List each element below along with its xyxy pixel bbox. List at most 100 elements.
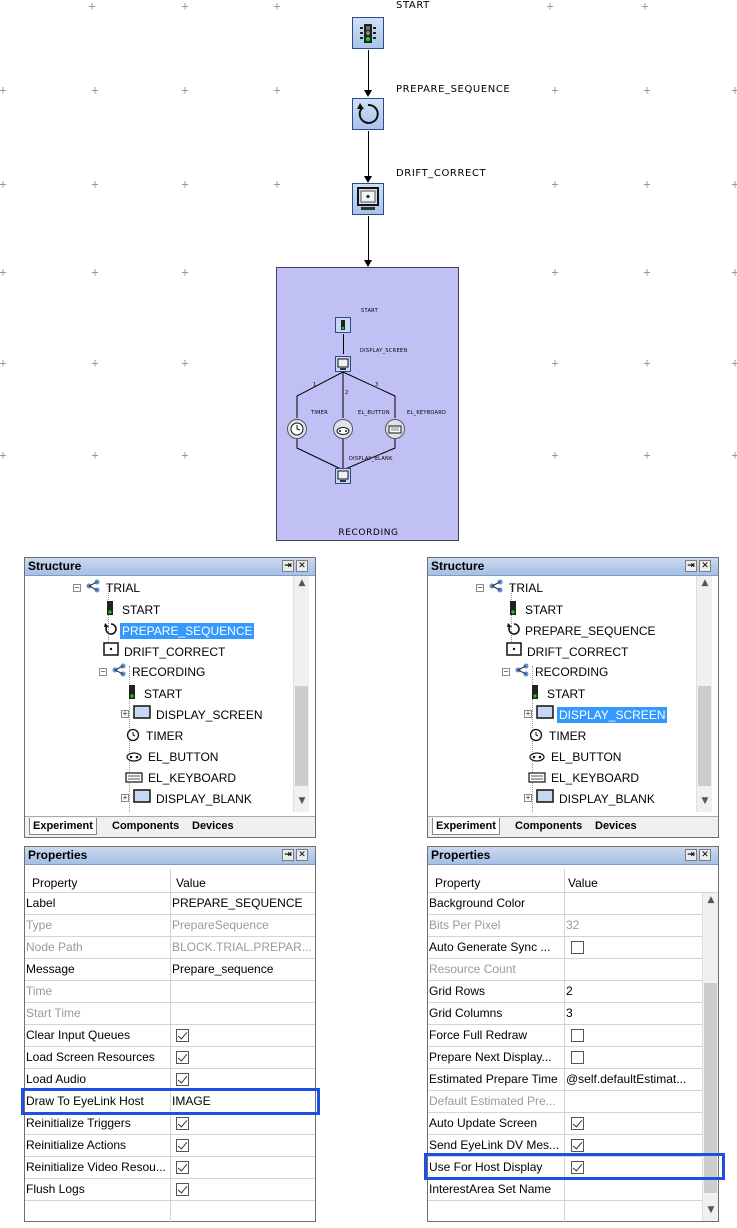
expand-toggle[interactable]: + <box>524 710 532 718</box>
checkbox-checked[interactable] <box>571 1161 584 1174</box>
scroll-thumb[interactable] <box>704 983 717 1193</box>
property-row[interactable]: Estimated Prepare Time @self.defaultEstim… <box>428 1069 702 1091</box>
property-value[interactable]: 2 <box>566 984 700 998</box>
checkbox-checked[interactable] <box>176 1183 189 1196</box>
pin-button[interactable]: ⇥ <box>685 560 697 572</box>
workflow-canvas[interactable]: + + + + + + + + + + + + + + + + + + + + … <box>0 0 737 548</box>
tree-item-start[interactable]: START <box>506 600 565 620</box>
recording-display-blank-node[interactable] <box>335 468 351 484</box>
expand-toggle[interactable]: + <box>121 794 129 802</box>
tree-item-display-blank[interactable]: + DISPLAY_BLANK <box>121 789 254 809</box>
scroll-down-arrow[interactable]: ▼ <box>703 1205 719 1219</box>
tab-experiment[interactable]: Experiment <box>29 818 97 835</box>
checkbox-checked[interactable] <box>176 1161 189 1174</box>
expand-toggle[interactable]: + <box>121 710 129 718</box>
tree-item-recording[interactable]: − RECORDING <box>502 663 610 683</box>
close-button[interactable]: ✕ <box>296 849 308 861</box>
property-value[interactable]: @self.defaultEstimat... <box>566 1072 700 1086</box>
property-row[interactable]: Load Audio <box>25 1069 315 1091</box>
tree-item-drift-correct[interactable]: DRIFT_CORRECT <box>103 642 227 662</box>
property-value[interactable]: 3 <box>566 1006 700 1020</box>
tree-item-recording[interactable]: − RECORDING <box>99 663 207 683</box>
collapse-toggle[interactable]: − <box>476 584 484 592</box>
scroll-down-arrow[interactable]: ▼ <box>294 796 310 810</box>
checkbox-checked[interactable] <box>176 1029 189 1042</box>
property-value[interactable]: Prepare_sequence <box>172 962 314 976</box>
property-row[interactable]: Background Color <box>428 893 702 915</box>
close-button[interactable]: ✕ <box>699 849 711 861</box>
tree-item-display-blank[interactable]: + DISPLAY_BLANK <box>524 789 657 809</box>
tree-item-el-button[interactable]: EL_BUTTON <box>528 747 623 767</box>
checkbox-checked[interactable] <box>571 1117 584 1130</box>
property-row[interactable]: Load Screen Resources <box>25 1047 315 1069</box>
property-row[interactable]: Use For Host Display <box>428 1157 702 1179</box>
tab-devices[interactable]: Devices <box>189 818 237 834</box>
tab-experiment[interactable]: Experiment <box>432 818 500 835</box>
tree-item-drift-correct[interactable]: DRIFT_CORRECT <box>506 642 630 662</box>
pin-button[interactable]: ⇥ <box>282 849 294 861</box>
scroll-thumb[interactable] <box>698 686 711 786</box>
tab-components[interactable]: Components <box>512 818 585 834</box>
collapse-toggle[interactable]: − <box>73 584 81 592</box>
collapse-toggle[interactable]: − <box>502 668 510 676</box>
collapse-toggle[interactable]: − <box>99 668 107 676</box>
tree-item-trial[interactable]: − TRIAL <box>73 579 142 599</box>
property-value[interactable]: PREPARE_SEQUENCE <box>172 896 314 910</box>
tree-item-el-keyboard[interactable]: EL_KEYBOARD <box>528 768 641 788</box>
checkbox-unchecked[interactable] <box>571 941 584 954</box>
checkbox-checked[interactable] <box>176 1073 189 1086</box>
property-row[interactable]: Prepare Next Display... <box>428 1047 702 1069</box>
property-row[interactable]: Reinitialize Actions <box>25 1135 315 1157</box>
tree-item-prepare-sequence[interactable]: PREPARE_SEQUENCE <box>506 621 657 641</box>
checkbox-checked[interactable] <box>176 1117 189 1130</box>
tree-item-timer[interactable]: TIMER <box>528 726 588 746</box>
tree-item-recording-start[interactable]: START <box>528 684 587 704</box>
tab-components[interactable]: Components <box>109 818 182 834</box>
tree-item-prepare-sequence[interactable]: PREPARE_SEQUENCE <box>103 621 255 641</box>
recording-sequence-node[interactable]: START DISPLAY_SCREEN 1 2 3 TIMER EL_BUTT… <box>276 267 459 541</box>
checkbox-unchecked[interactable] <box>571 1029 584 1042</box>
tree-item-display-screen[interactable]: + DISPLAY_SCREEN <box>121 705 264 725</box>
start-node[interactable] <box>352 17 384 49</box>
checkbox-unchecked[interactable] <box>571 1051 584 1064</box>
checkbox-checked[interactable] <box>176 1051 189 1064</box>
properties-scrollbar[interactable]: ▲ ▼ <box>702 893 718 1221</box>
close-button[interactable]: ✕ <box>296 560 308 572</box>
property-row[interactable]: Reinitialize Video Resou... <box>25 1157 315 1179</box>
tree-item-start[interactable]: START <box>103 600 162 620</box>
scroll-up-arrow[interactable]: ▲ <box>697 578 713 592</box>
property-row[interactable]: Reinitialize Triggers <box>25 1113 315 1135</box>
property-row[interactable]: Clear Input Queues <box>25 1025 315 1047</box>
scroll-down-arrow[interactable]: ▼ <box>697 796 713 810</box>
property-row[interactable]: Force Full Redraw <box>428 1025 702 1047</box>
property-row[interactable]: Auto Update Screen <box>428 1113 702 1135</box>
scroll-up-arrow[interactable]: ▲ <box>703 895 719 909</box>
recording-el-keyboard-node[interactable] <box>385 419 405 439</box>
scroll-up-arrow[interactable]: ▲ <box>294 578 310 592</box>
drift-correct-node[interactable] <box>352 183 384 215</box>
tab-devices[interactable]: Devices <box>592 818 640 834</box>
structure-scrollbar[interactable]: ▲ ▼ <box>696 576 712 812</box>
property-row[interactable]: InterestArea Set Name <box>428 1179 702 1201</box>
expand-toggle[interactable]: + <box>524 794 532 802</box>
structure-scrollbar[interactable]: ▲ ▼ <box>293 576 309 812</box>
close-button[interactable]: ✕ <box>699 560 711 572</box>
pin-button[interactable]: ⇥ <box>282 560 294 572</box>
property-row[interactable]: Grid Columns 3 <box>428 1003 702 1025</box>
property-row[interactable]: Send EyeLink DV Mes... <box>428 1135 702 1157</box>
tree-item-trial[interactable]: − TRIAL <box>476 579 545 599</box>
prepare-sequence-node[interactable] <box>352 98 384 130</box>
property-row[interactable]: Message Prepare_sequence <box>25 959 315 981</box>
property-row[interactable]: Label PREPARE_SEQUENCE <box>25 893 315 915</box>
recording-timer-node[interactable] <box>287 419 307 439</box>
scroll-thumb[interactable] <box>295 686 308 786</box>
tree-item-recording-start[interactable]: START <box>125 684 184 704</box>
recording-el-button-node[interactable] <box>333 419 353 439</box>
tree-item-display-screen[interactable]: + DISPLAY_SCREEN <box>524 705 668 725</box>
property-row[interactable]: Auto Generate Sync ... <box>428 937 702 959</box>
pin-button[interactable]: ⇥ <box>685 849 697 861</box>
property-row[interactable]: Flush Logs <box>25 1179 315 1201</box>
checkbox-checked[interactable] <box>176 1139 189 1152</box>
tree-item-el-button[interactable]: EL_BUTTON <box>125 747 220 767</box>
checkbox-checked[interactable] <box>571 1139 584 1152</box>
